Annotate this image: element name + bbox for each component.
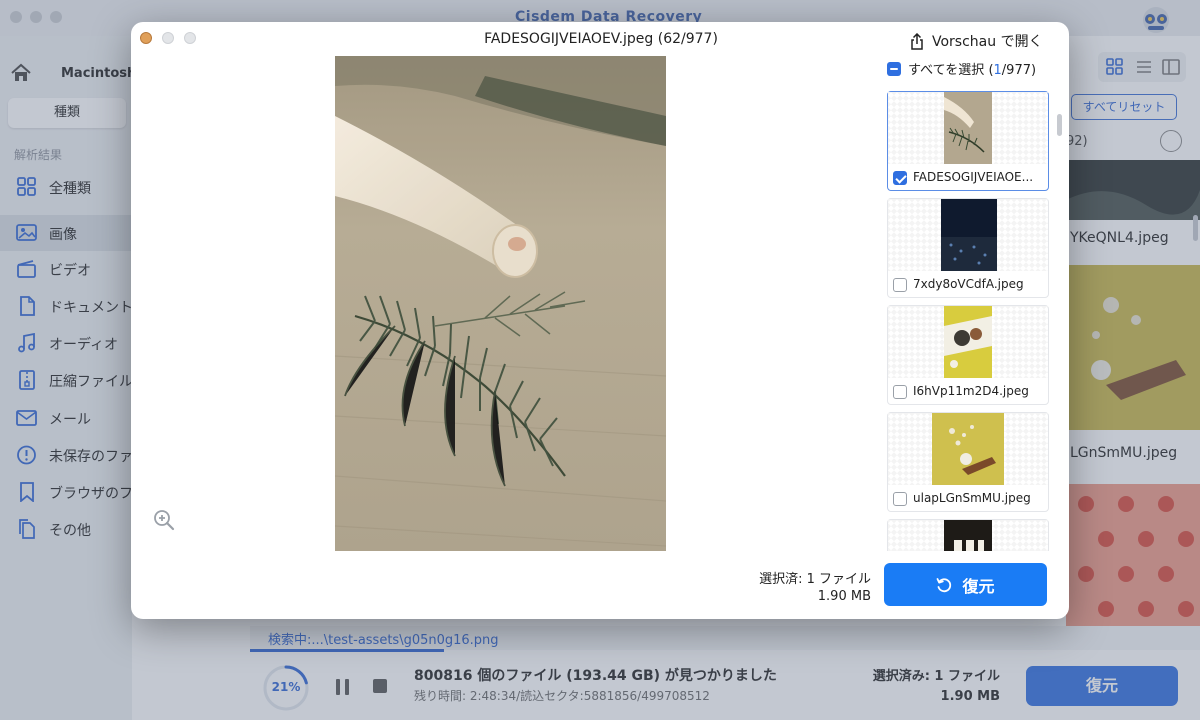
open-in-preview-button[interactable]: Vorschau で開く (910, 31, 1043, 51)
select-all-checkbox[interactable]: すべてを選択 (1/977) (887, 59, 1036, 78)
thumbnail-checkbox[interactable] (893, 492, 907, 506)
thumbnail-image (944, 306, 992, 378)
thumbnail-image-frame (888, 92, 1048, 164)
restore-icon (937, 577, 952, 592)
thumbnail-image (932, 413, 1004, 485)
thumbnail-card[interactable]: I6hVp11m2D4.jpeg (887, 305, 1049, 405)
thumbnail-checkbox[interactable] (893, 171, 907, 185)
share-icon (911, 32, 923, 50)
thumbnail-image (944, 520, 992, 551)
thumbnail-filename: I6hVp11m2D4.jpeg (913, 384, 1029, 398)
thumbnail-list: FADESOGIJVEIAOE... 7xdy8oVCdfA.jpeg I6hV… (885, 89, 1051, 551)
thumbnail-image-frame (888, 413, 1048, 485)
minimize-dialog-button[interactable] (162, 32, 174, 44)
dialog-selected-count: 選択済: 1 ファイル (759, 572, 871, 587)
thumbnail-card[interactable]: FADESOGIJVEIAOE... (887, 91, 1049, 191)
select-all-label: すべてを選択 (1/977) (908, 63, 1037, 78)
select-all-count: 1 (993, 63, 1002, 78)
thumbnail-image (944, 92, 992, 164)
zoom-dialog-button[interactable] (184, 32, 196, 44)
preview-dialog: FADESOGIJVEIAOEV.jpeg (62/977) Vorschau … (131, 22, 1069, 619)
thumbnail-card[interactable]: 7xdy8oVCdfA.jpeg (887, 198, 1049, 298)
zoom-in-icon[interactable] (153, 509, 175, 531)
thumbnail-image-frame (888, 306, 1048, 378)
thumbnail-image-frame (888, 520, 1048, 551)
preview-title: FADESOGIJVEIAOEV.jpeg (62/977) (484, 31, 718, 47)
open-in-preview-label: Vorschau で開く (932, 34, 1043, 50)
close-dialog-button[interactable] (140, 32, 152, 44)
dialog-recover-label: 復元 (962, 576, 995, 596)
preview-image (335, 56, 666, 551)
thumbnail-checkbox[interactable] (893, 278, 907, 292)
thumbnail-list-scrollbar[interactable] (1057, 114, 1062, 136)
thumbnail-image (941, 199, 997, 271)
thumbnail-filename: FADESOGIJVEIAOE... (913, 170, 1034, 184)
thumbnail-filename: ulapLGnSmMU.jpeg (913, 491, 1031, 505)
thumbnail-filename: 7xdy8oVCdfA.jpeg (913, 277, 1024, 291)
partial-check-icon (887, 61, 901, 76)
dialog-recover-button[interactable]: 復元 (884, 563, 1047, 606)
thumbnail-checkbox[interactable] (893, 385, 907, 399)
thumbnail-image-frame (888, 199, 1048, 271)
thumbnail-card[interactable]: ulapLGnSmMU.jpeg (887, 412, 1049, 512)
thumbnail-card[interactable] (887, 519, 1049, 551)
dialog-selected-size: 1.90 MB (817, 589, 871, 604)
